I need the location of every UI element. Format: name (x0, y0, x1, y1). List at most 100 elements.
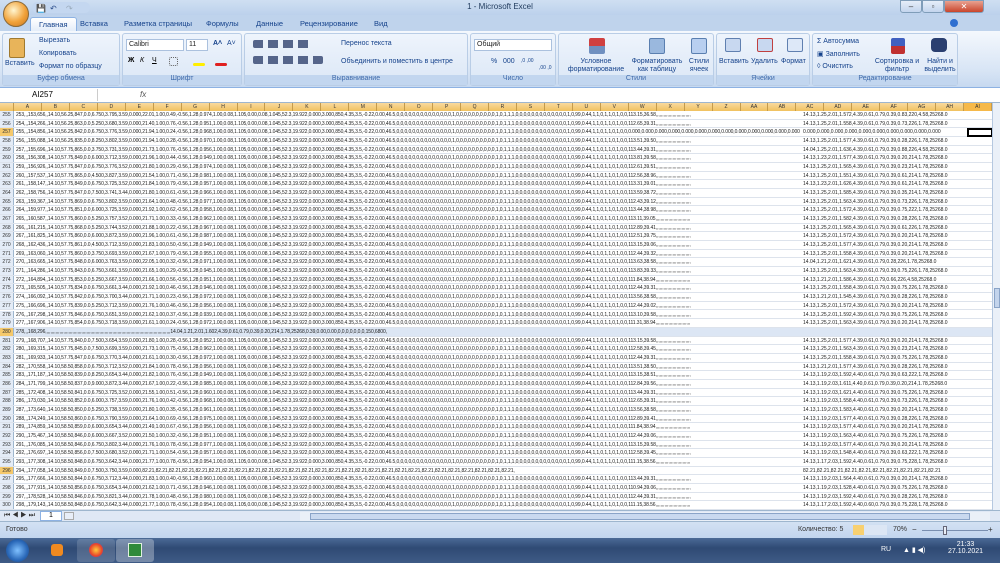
column-header-AB[interactable]: AB (768, 103, 797, 111)
column-header-I[interactable]: I (238, 103, 266, 111)
row-text-right[interactable]: 14.13,1.17,2.03,1.592,4.40,0.60,0.79,0.3… (803, 501, 992, 509)
row-header[interactable]: 263 (0, 180, 14, 189)
conditional-formatting-button[interactable]: Условное форматирование (561, 58, 631, 74)
row-header[interactable]: 297 (0, 475, 14, 483)
table-row[interactable]: 294 292,,,176,697,,14.10,58.50,856,0.0,7.… (0, 449, 992, 458)
row-text-left[interactable]: 275,,,166,696,,14.10,57.75,839,0.0,5.250… (16, 302, 800, 310)
table-row[interactable]: 265 263,,,159,367,,14.10,57.75,869,0.0,6.… (0, 197, 992, 207)
table-row[interactable]: 259 257,,,155,696,,14.10,57.75,865,0.0,3.… (0, 145, 992, 155)
row-header[interactable]: 286 (0, 379, 14, 388)
row-header[interactable]: 282 (0, 345, 14, 353)
row-header[interactable]: 272 (0, 258, 14, 267)
table-row[interactable]: 292 290,,,175,467,,14.10,58.50,846,0.0,6.… (0, 431, 992, 441)
table-row[interactable]: 276 274,,,166,092,,14.10,57.75,842,0.0,6.… (0, 293, 992, 302)
fill-button[interactable]: ▣ Заполнить (817, 50, 860, 58)
row-text-left[interactable]: 278,,,168,296,,,,,,,,,,,,,,,,,,,,,,,,,,,… (16, 328, 800, 336)
table-row[interactable]: 286 284,,,171,799,,14.10,58.50,837,0.0,9.… (0, 379, 992, 389)
row-header[interactable]: 265 (0, 197, 14, 206)
column-header-E[interactable]: E (126, 103, 154, 111)
row-text-right[interactable]: 14.13,1.19,2.03,1.548,4.40,0.61,0.79,0.3… (803, 449, 992, 457)
font-size-select[interactable]: 11 (186, 39, 208, 51)
row-text-right[interactable]: 14.13,1.19,2.03,1.563,4.40,0.61,0.79,0.3… (803, 432, 992, 440)
tab-data[interactable]: Данные (248, 17, 291, 31)
row-header[interactable]: 264 (0, 189, 14, 197)
column-header-Z[interactable]: Z (713, 103, 741, 111)
column-header-O[interactable]: O (405, 103, 434, 111)
row-header[interactable]: 273 (0, 267, 14, 275)
row-text-right[interactable]: 14.13,1.25,2.01,1.572,4.39,0.61,0.79,0.3… (803, 206, 992, 214)
row-text-left[interactable]: 290,,,175,467,,14.10,58.50,846,0.0,6.000… (16, 432, 800, 440)
table-row[interactable]: 264 262,,,158,756,,14.10,57.75,847,0.0,7.… (0, 189, 992, 198)
row-header[interactable]: 291 (0, 423, 14, 431)
vertical-scroll-thumb[interactable] (994, 288, 1000, 308)
row-text-right[interactable]: 14.13,1.25,2.01,1.582,4.39,0.61,0.79,0.3… (803, 215, 992, 223)
zoom-level[interactable]: 70% (893, 526, 907, 533)
row-text-left[interactable]: 293,,,177,308,,14.10,58.50,848,0.0,6.750… (16, 458, 800, 466)
row-text-left[interactable]: 267,,,161,825,,14.10,57.75,860,0.0,6.000… (16, 232, 800, 240)
format-cells-button[interactable]: Формат (781, 58, 806, 65)
row-header[interactable]: 281 (0, 336, 14, 345)
maximize-button[interactable]: ▫ (922, 0, 944, 13)
row-header[interactable]: 267 (0, 215, 14, 223)
row-text-right[interactable]: 14.13,1.25,2.01,1.558,4.39,0.61,0.79,0.3… (803, 250, 992, 258)
table-row[interactable]: 299 297,,,178,528,,14.10,58.50,846,0.0,6.… (0, 492, 992, 502)
copy-button[interactable]: Копировать (39, 50, 77, 57)
row-text-left[interactable]: 259,,,156,926,,14.10,57.75,847,0.0,6.750… (16, 163, 800, 171)
insert-sheet-icon[interactable] (64, 512, 74, 520)
column-header-AI[interactable]: AI (964, 103, 992, 111)
table-row[interactable]: 277 275,,,166,696,,14.10,57.75,839,0.0,5.… (0, 301, 992, 311)
zoom-slider-thumb[interactable] (943, 526, 947, 535)
row-text-left[interactable]: 269,,,163,060,,14.10,57.75,860,0.0,3.750… (16, 250, 800, 258)
view-buttons[interactable] (853, 525, 887, 535)
column-header-AE[interactable]: AE (852, 103, 881, 111)
row-header[interactable]: 271 (0, 249, 14, 258)
table-row[interactable]: 261 259,,,156,926,,14.10,57.75,847,0.0,6.… (0, 163, 992, 172)
row-text-left[interactable]: 260,,,157,537,,14.10,57.75,865,0.0,4.500… (16, 172, 800, 180)
horizontal-scrollbar[interactable] (300, 512, 990, 521)
column-header-AC[interactable]: AC (796, 103, 825, 111)
row-text-left[interactable]: 263,,,159,367,,14.10,57.75,869,0.0,6.750… (16, 198, 800, 206)
row-text-left[interactable]: 274,,,166,092,,14.10,57.75,842,0.0,6.750… (16, 293, 800, 301)
underline-button[interactable]: Ч (152, 57, 157, 64)
vertical-scrollbar[interactable] (992, 103, 1000, 520)
row-text-left[interactable]: 258,,,156,308,,14.10,57.75,849,0.0,6.000… (16, 154, 800, 162)
table-row[interactable]: 267 265,,,160,587,,14.10,57.75,860,0.0,5.… (0, 215, 992, 224)
column-header-K[interactable]: K (293, 103, 322, 111)
column-header-AF[interactable]: AF (880, 103, 909, 111)
start-button[interactable] (6, 539, 29, 562)
row-header[interactable]: 262 (0, 171, 14, 180)
row-text-left[interactable]: 297,,,178,528,,14.10,58.50,846,0.0,6.750… (16, 493, 800, 501)
row-text-left[interactable]: 289,,,174,859,,14.10,58.50,859,0.0,6.000… (16, 423, 800, 431)
paste-button[interactable]: Вставить (5, 60, 35, 67)
row-header[interactable]: 298 (0, 483, 14, 492)
zoom-in-button[interactable]: + (988, 525, 993, 534)
row-text-right[interactable]: 14.13,1.25,2.01,1.563,4.39,0.61,0.79,0.3… (803, 267, 992, 275)
row-header[interactable]: 255 (0, 111, 14, 119)
row-text-left[interactable]: 266,,,161,215,,14.10,57.75,868,0.0,5.250… (16, 224, 800, 232)
column-header-T[interactable]: T (545, 103, 573, 111)
number-format-select[interactable]: Общий (474, 39, 552, 51)
row-header[interactable]: 259 (0, 145, 14, 154)
row-text-left[interactable]: 273,,,165,505,,14.10,57.75,834,0.0,6.750… (16, 284, 800, 292)
row-text-right[interactable]: 14.13,1.21,2.01,1.586,4.39,0.61,0.79,0.6… (803, 276, 992, 284)
table-row[interactable]: 275 273,,,165,505,,14.10,57.75,834,0.0,6.… (0, 284, 992, 294)
row-text-right[interactable]: 14.13,1.25,2.01,1.565,4.39,0.61,0.79,0.3… (803, 163, 992, 171)
column-header-Q[interactable]: Q (461, 103, 490, 111)
row-text-right[interactable]: 14.13,1.25,2.01,1.572,4.39,0.61,0.79,0.3… (803, 111, 992, 119)
row-header[interactable]: 275 (0, 284, 14, 293)
table-row[interactable]: 281 279,,,168,707,,14.10,57.75,840,0.0,7.… (0, 336, 992, 346)
taskbar-firefox[interactable] (77, 539, 115, 562)
row-header[interactable]: 266 (0, 206, 14, 215)
tab-formulas[interactable]: Формулы (198, 17, 247, 31)
wrap-text-button[interactable]: Перенос текста (341, 40, 392, 47)
row-text-left[interactable]: 280,,,169,315,,14.10,57.75,845,0.0,7.500… (16, 345, 800, 353)
table-row[interactable]: 293 291,,,176,085,,14.10,58.50,846,0.0,6.… (0, 440, 992, 450)
percent-button[interactable]: % (491, 58, 497, 65)
table-row[interactable]: 289 287,,,173,640,,14.10,58.50,850,0.0,5.… (0, 405, 992, 415)
row-header[interactable]: 280 (0, 327, 14, 336)
table-row[interactable]: 287 285,,,172,408,,14.10,58.50,841,0.0,6.… (0, 388, 992, 398)
row-header[interactable]: 295 (0, 457, 14, 466)
column-header-X[interactable]: X (657, 103, 685, 111)
tab-home[interactable]: Главная (30, 17, 77, 31)
table-row[interactable]: 280 278,,,168,296,,,,,,,,,,,,,,,,,,,,,,,,… (0, 327, 992, 337)
